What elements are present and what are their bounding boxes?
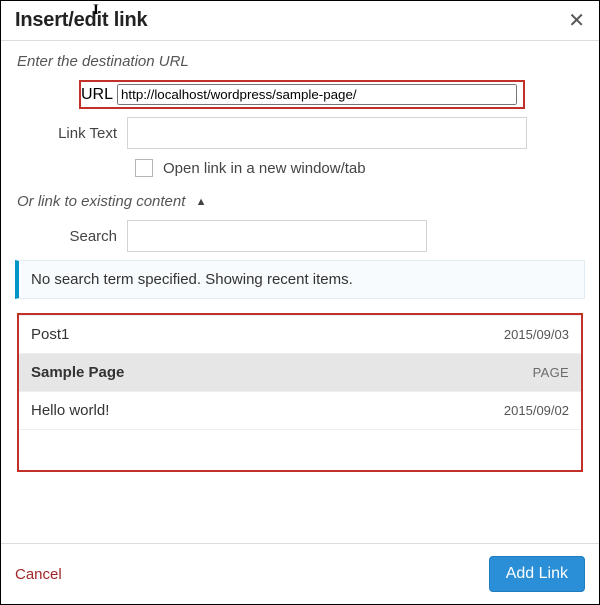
close-icon[interactable]: ✕ (568, 11, 585, 31)
section-existing-heading[interactable]: Or link to existing content ▲ (17, 193, 583, 210)
url-highlight-box: URL (79, 80, 525, 109)
dialog-title-text: Insert/edit link (15, 9, 147, 31)
newtab-row: Open link in a new window/tab (135, 159, 583, 177)
result-meta: 2015/09/02 (504, 403, 569, 418)
search-input[interactable] (127, 220, 427, 252)
url-row: URL (17, 80, 583, 109)
cancel-button[interactable]: Cancel (15, 566, 62, 583)
search-row: Search (17, 220, 583, 252)
linktext-row: Link Text (17, 117, 583, 149)
linktext-input[interactable] (127, 117, 527, 149)
results-highlight-box: Post1 2015/09/03 Sample Page PAGE Hello … (17, 313, 583, 472)
search-label: Search (17, 228, 127, 245)
result-meta: 2015/09/03 (504, 327, 569, 342)
url-label: URL (81, 86, 117, 104)
add-link-button[interactable]: Add Link (489, 556, 585, 592)
dialog-body: Enter the destination URL URL Link Text … (1, 41, 599, 543)
results-info-bar: No search term specified. Showing recent… (15, 260, 585, 299)
dialog-titlebar: Insert/edit link I ✕ (1, 1, 599, 41)
result-title: Hello world! (31, 402, 109, 419)
dialog-title: Insert/edit link I (15, 9, 147, 32)
result-item[interactable]: Hello world! 2015/09/02 (19, 391, 581, 430)
collapse-icon: ▲ (196, 196, 207, 208)
section-destination-heading: Enter the destination URL (17, 53, 583, 70)
linktext-label: Link Text (17, 125, 127, 142)
result-title: Post1 (31, 326, 69, 343)
newtab-label: Open link in a new window/tab (163, 160, 366, 177)
dialog-footer: Cancel Add Link (1, 543, 599, 604)
result-meta: PAGE (533, 365, 569, 380)
insert-link-dialog: Insert/edit link I ✕ Enter the destinati… (0, 0, 600, 605)
url-input[interactable] (117, 84, 517, 105)
newtab-checkbox[interactable] (135, 159, 153, 177)
results-spacer (19, 430, 581, 470)
result-item[interactable]: Post1 2015/09/03 (19, 315, 581, 353)
result-item[interactable]: Sample Page PAGE (19, 353, 581, 391)
section-existing-heading-text: Or link to existing content (17, 193, 185, 210)
result-title: Sample Page (31, 364, 124, 381)
